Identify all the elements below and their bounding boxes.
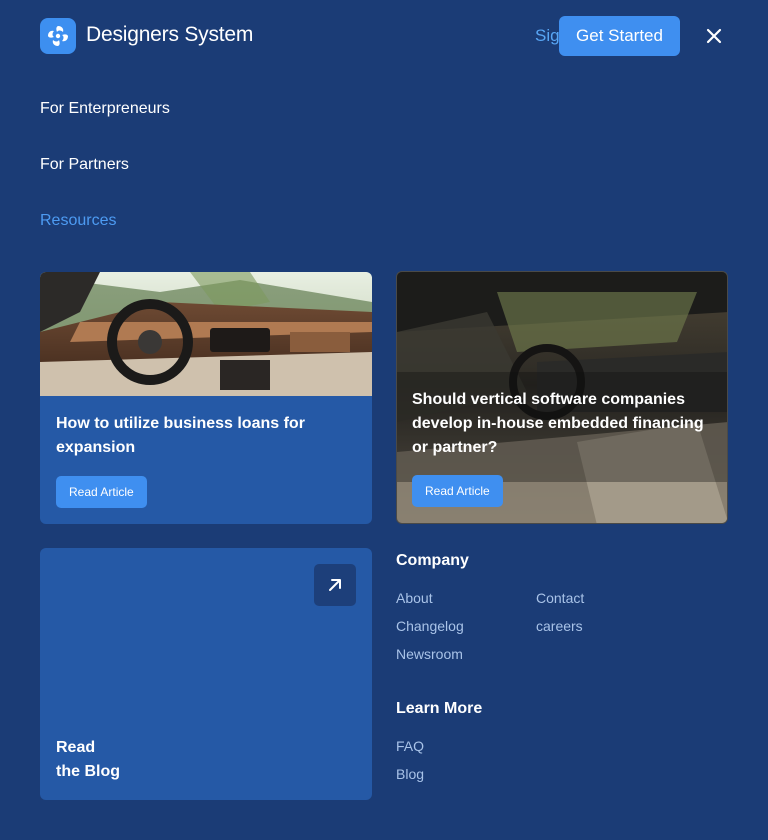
company-heading: Company — [396, 552, 469, 569]
blog-title: Read the Blog — [56, 736, 120, 784]
article-title: How to utilize business loans for expans… — [56, 415, 305, 456]
link-blog[interactable]: Blog — [396, 766, 424, 782]
header: Designers System Sign in Get Started — [40, 16, 728, 56]
read-article-button[interactable]: Read Article — [56, 476, 147, 508]
blog-title-line2: the Blog — [56, 763, 120, 780]
link-faq[interactable]: FAQ — [396, 738, 424, 754]
link-newsroom[interactable]: Newsroom — [396, 646, 463, 662]
article-title: Should vertical software companies devel… — [412, 391, 704, 456]
link-changelog[interactable]: Changelog — [396, 618, 464, 634]
arrow-up-right-icon[interactable] — [314, 564, 356, 606]
article-card[interactable]: How to utilize business loans for expans… — [40, 272, 372, 524]
close-icon[interactable] — [700, 22, 728, 50]
swirl-logo-icon[interactable] — [40, 18, 76, 54]
learn-more-heading: Learn More — [396, 700, 483, 717]
article-card[interactable]: Should vertical software companies devel… — [396, 271, 728, 524]
nav-item-resources[interactable]: Resources — [40, 212, 116, 230]
brand-name: Designers System — [86, 23, 254, 46]
link-contact[interactable]: Contact — [536, 590, 584, 606]
link-careers[interactable]: careers — [536, 618, 583, 634]
car-interior-image — [40, 272, 372, 396]
read-article-button[interactable]: Read Article — [412, 475, 503, 507]
nav-item-enterpreneurs[interactable]: For Enterpreneurs — [40, 100, 170, 118]
link-about[interactable]: About — [396, 590, 433, 606]
read-blog-card[interactable]: Read the Blog — [40, 548, 372, 800]
get-started-button[interactable]: Get Started — [559, 16, 680, 56]
blog-title-line1: Read — [56, 739, 96, 756]
nav-item-partners[interactable]: For Partners — [40, 156, 129, 174]
